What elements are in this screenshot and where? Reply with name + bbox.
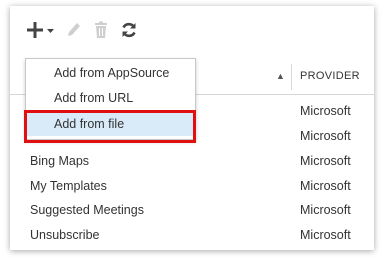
addin-provider: Microsoft <box>300 104 351 118</box>
table-row[interactable]: My Templates Microsoft <box>10 175 374 199</box>
addin-name: Unsubscribe <box>30 228 100 242</box>
addin-provider: Microsoft <box>300 228 351 242</box>
provider-column-header[interactable]: PROVIDER <box>300 70 360 82</box>
table-row[interactable]: Unsubscribe Microsoft <box>10 224 374 248</box>
menu-item-label: Add from AppSource <box>54 66 170 80</box>
plus-icon <box>27 22 43 38</box>
addin-name: My Templates <box>30 179 107 193</box>
addin-provider: Microsoft <box>300 129 351 143</box>
menu-item-add-from-url[interactable]: Add from URL <box>27 86 194 110</box>
toolbar <box>10 6 374 52</box>
refresh-icon <box>122 22 136 38</box>
addin-provider: Microsoft <box>300 203 351 217</box>
caret-down-icon <box>47 29 54 33</box>
callout-highlight-box <box>24 110 196 143</box>
pencil-icon <box>68 23 80 36</box>
addins-panel: ▲ PROVIDER Microsoft Microsoft Bing Maps… <box>10 6 374 250</box>
sort-ascending-icon[interactable]: ▲ <box>276 71 285 81</box>
addin-name: Bing Maps <box>30 154 90 168</box>
table-row[interactable]: Bing Maps Microsoft <box>10 150 374 174</box>
addin-name: Suggested Meetings <box>30 203 144 217</box>
addin-provider: Microsoft <box>300 154 351 168</box>
addin-provider: Microsoft <box>300 179 351 193</box>
delete-button[interactable] <box>94 20 108 40</box>
menu-item-label: Add from URL <box>54 91 134 105</box>
refresh-button[interactable] <box>120 20 138 40</box>
menu-item-add-from-appsource[interactable]: Add from AppSource <box>27 61 194 85</box>
trash-icon <box>95 21 107 38</box>
column-divider <box>291 64 292 90</box>
edit-button[interactable] <box>66 20 82 40</box>
table-row[interactable]: Suggested Meetings Microsoft <box>10 199 374 223</box>
add-button[interactable] <box>26 20 55 40</box>
